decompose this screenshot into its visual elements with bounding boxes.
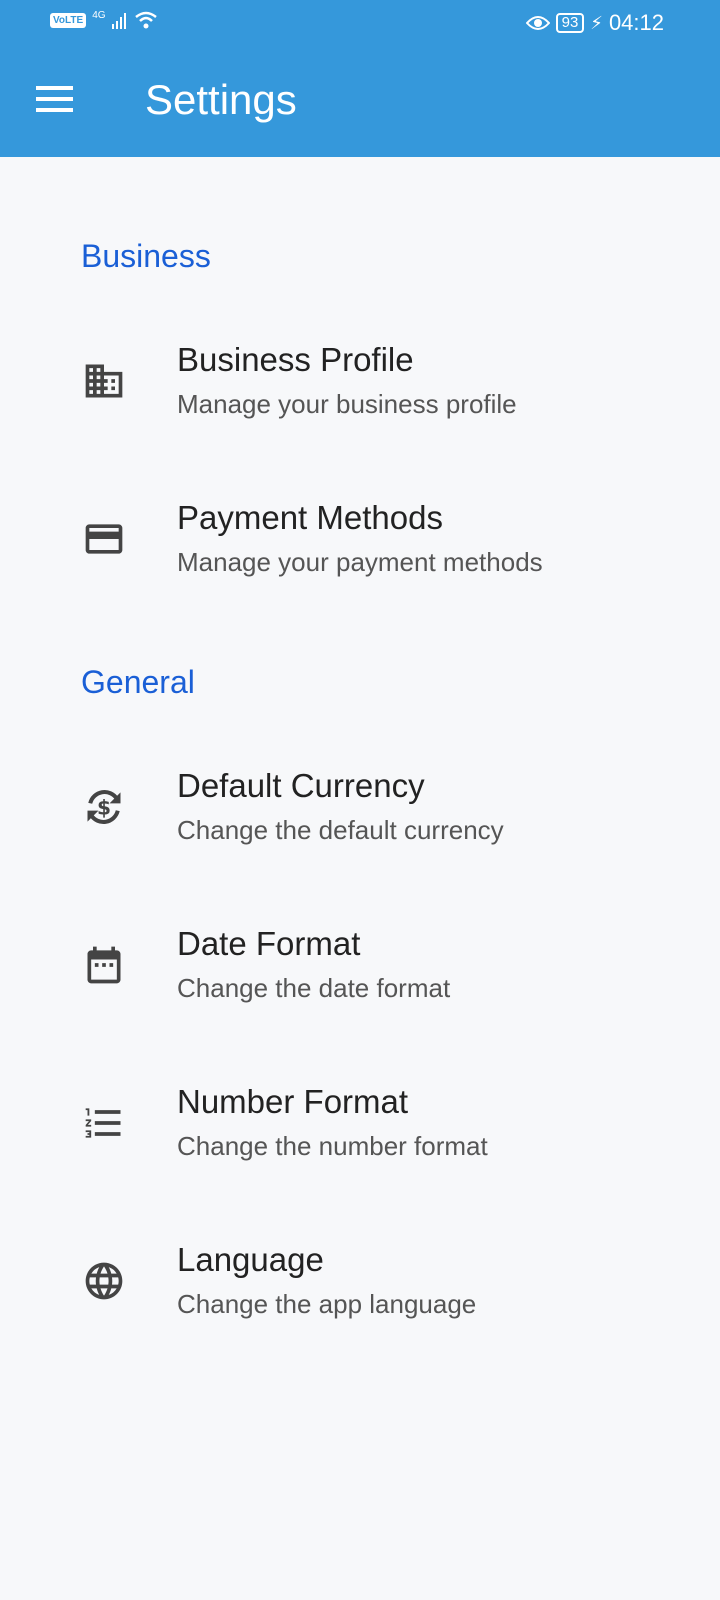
settings-item-payment-methods[interactable]: Payment Methods Manage your payment meth… [0,491,720,621]
item-subtitle: Change the number format [177,1131,488,1161]
wifi-icon [134,11,157,29]
menu-button[interactable] [36,86,76,116]
item-subtitle: Change the app language [177,1289,477,1319]
svg-text:$: $ [97,795,111,819]
settings-item-default-currency[interactable]: $ Default Currency Change the default cu… [0,759,720,889]
credit-card-icon [85,524,123,554]
numbered-list-icon [85,1108,121,1138]
status-bar-left: VoLTE 4G [50,10,158,30]
item-subtitle: Manage your business profile [177,389,517,419]
section-header-business: Business [81,238,211,274]
charging-icon: ⚡ [590,12,603,33]
volte-badge: VoLTE [50,12,87,28]
signal-icon [111,13,126,29]
app-bar: VoLTE 4G 93 ⚡ 04:12 Settings [0,0,720,157]
business-icon [85,364,123,398]
currency-exchange-icon: $ [87,790,121,824]
item-subtitle: Manage your payment methods [177,547,543,577]
settings-item-number-format[interactable]: Number Format Change the number format [0,1075,720,1205]
item-title: Language [177,1241,324,1278]
settings-item-business-profile[interactable]: Business Profile Manage your business pr… [0,333,720,463]
section-header-general: General [81,664,195,700]
item-title: Business Profile [177,341,414,378]
status-bar-right: 93 ⚡ 04:12 [525,10,664,36]
item-title: Date Format [177,925,361,962]
globe-icon [85,1262,123,1300]
item-title: Payment Methods [177,499,443,536]
item-title: Default Currency [177,767,425,804]
battery-level: 93 [555,13,585,33]
calendar-icon [87,946,121,984]
settings-item-date-format[interactable]: Date Format Change the date format [0,917,720,1047]
signal-type: 4G [92,10,106,21]
item-subtitle: Change the date format [177,973,451,1003]
settings-item-language[interactable]: Language Change the app language [0,1233,720,1363]
item-subtitle: Change the default currency [177,815,504,845]
clock: 04:12 [608,10,664,35]
eye-comfort-icon [525,16,550,30]
page-title: Settings [145,76,297,123]
item-title: Number Format [177,1083,409,1120]
